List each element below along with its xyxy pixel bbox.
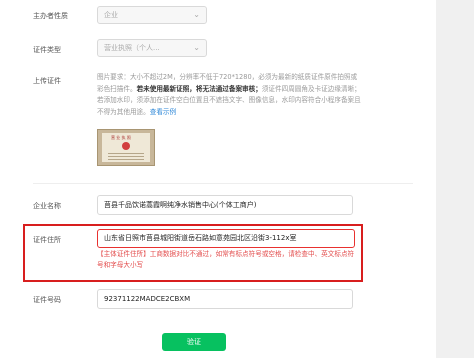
cert-type-select[interactable]: 营业执照（个人... ⌄: [97, 39, 207, 57]
license-seal: [122, 142, 130, 150]
section-divider: [33, 183, 413, 184]
company-name-label: 企业名称: [33, 202, 61, 210]
view-example-link[interactable]: 查看示例: [150, 108, 176, 116]
license-paper: 营 业 执 照: [102, 133, 150, 162]
subject-nature-label: 主办者性质: [33, 12, 68, 20]
cert-type-value: 营业执照（个人...: [104, 44, 160, 52]
company-name-input[interactable]: 莒县千品饮诺蒿霞啊纯净水销售中心(个体工商户): [97, 195, 353, 215]
cert-number-input[interactable]: 92371122MADCE2CBXM: [97, 289, 353, 309]
cert-address-error: 【主体证件住所】工商数据对比不通过，如常有标点符号或空格，请检查中、英文标点符号…: [97, 250, 355, 269]
verify-button[interactable]: 验证: [162, 333, 226, 351]
chevron-down-icon: ⌄: [193, 43, 200, 52]
subject-nature-select[interactable]: 企业 ⌄: [97, 6, 207, 24]
upload-tip-warning: 若未使用最新证照，将无法通过备案审核；: [136, 84, 262, 93]
right-gutter: [436, 0, 474, 358]
cert-address-label: 证件住所: [33, 236, 61, 244]
cert-number-label: 证件号码: [33, 296, 61, 304]
cert-address-input[interactable]: 山东省日照市莒县城阳街道岳石路如意苑园北区沿街3-112x室: [97, 229, 355, 248]
upload-tip: 图片要求：大小不超过2M，分辨率不低于720*1280，必须为最新的纸质证件原件…: [97, 72, 362, 118]
upload-label: 上传证件: [33, 77, 61, 85]
chevron-down-icon: ⌄: [193, 10, 200, 19]
cert-type-label: 证件类型: [33, 46, 61, 54]
license-thumbnail[interactable]: 营 业 执 照: [97, 129, 155, 166]
license-text-lines: [108, 153, 144, 154]
subject-nature-value: 企业: [104, 11, 118, 19]
license-title: 营 业 执 照: [111, 135, 131, 140]
